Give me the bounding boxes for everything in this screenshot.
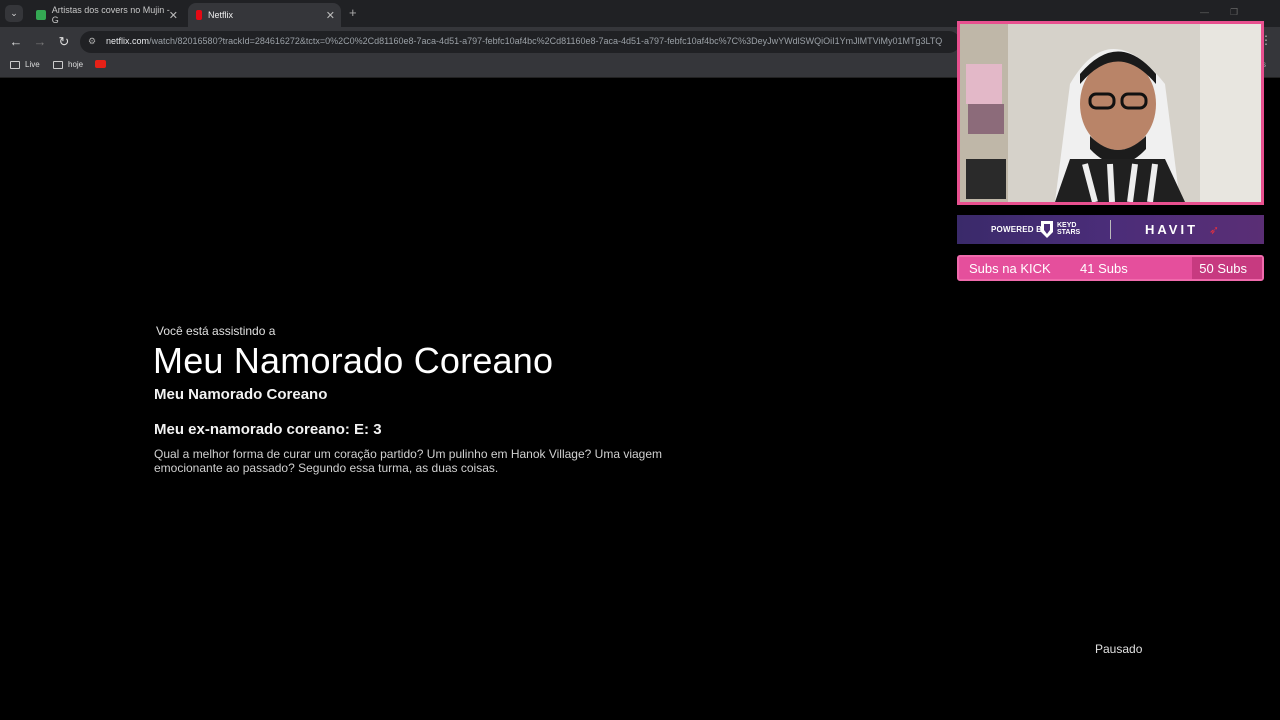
close-tab-icon[interactable]: ✕: [326, 9, 335, 22]
keyd-stars-wordmark: KEYD STARS: [1057, 222, 1081, 236]
havit-logo: HAVIT: [1145, 222, 1199, 237]
webcam-feed: [957, 21, 1264, 205]
sub-goal-current: 41 Subs: [1080, 261, 1128, 276]
bookmark-label: hoje: [68, 60, 84, 69]
sub-goal-target: 50 Subs: [1199, 261, 1247, 276]
bookmark-folder-live[interactable]: Live: [10, 60, 40, 69]
youtube-icon: [95, 60, 106, 68]
tab-search-button[interactable]: ⌄: [5, 5, 23, 22]
paused-status: Pausado: [1095, 642, 1143, 656]
url-text: netflix.com/watch/82016580?trackId=28461…: [106, 36, 943, 46]
show-subtitle: Meu Namorado Coreano: [154, 386, 328, 403]
forward-arrow-icon[interactable]: →: [32, 34, 48, 49]
restore-icon[interactable]: ❐: [1230, 7, 1238, 18]
havit-mark-icon: ➶: [1209, 223, 1220, 237]
folder-icon: [53, 60, 63, 69]
sub-goal-bar: Subs na KICK 41 Subs 50 Subs: [957, 255, 1264, 281]
sponsor-banner: POWERED BY KEYD STARS HAVIT ➶: [957, 215, 1264, 244]
tab-title: Artistas dos covers no Mujin - G: [51, 5, 170, 25]
bookmark-folder-hoje[interactable]: hoje: [53, 60, 83, 69]
webcam-image: [960, 24, 1261, 202]
folder-icon: [10, 60, 20, 69]
close-tab-icon[interactable]: ✕: [169, 9, 178, 22]
watching-label: Você está assistindo a: [156, 324, 276, 338]
back-arrow-icon[interactable]: ←: [8, 34, 24, 49]
sheets-favicon-icon: [36, 10, 46, 20]
reload-icon[interactable]: ↻: [56, 34, 72, 50]
episode-synopsis: Qual a melhor forma de curar um coração …: [154, 447, 663, 475]
bookmark-youtube[interactable]: [95, 60, 106, 68]
show-title: Meu Namorado Coreano: [153, 340, 554, 381]
address-bar[interactable]: ⚙ netflix.com/watch/82016580?trackId=284…: [80, 31, 960, 53]
tab-title: Netflix: [208, 10, 234, 20]
episode-title: Meu ex-namorado coreano: E: 3: [154, 421, 382, 438]
sponsor-divider: [1110, 220, 1111, 239]
tab-sheets[interactable]: Artistas dos covers no Mujin - G ✕: [28, 3, 184, 27]
netflix-favicon-icon: [196, 10, 202, 20]
minimize-icon[interactable]: —: [1200, 7, 1209, 17]
bookmark-label: Live: [25, 60, 40, 69]
keyd-stars-logo-icon: [1041, 221, 1053, 238]
new-tab-plus-icon[interactable]: +: [349, 5, 357, 20]
tab-netflix[interactable]: Netflix ✕: [188, 3, 341, 27]
sub-goal-label: Subs na KICK: [969, 261, 1051, 276]
site-info-icon[interactable]: ⚙: [88, 36, 96, 47]
